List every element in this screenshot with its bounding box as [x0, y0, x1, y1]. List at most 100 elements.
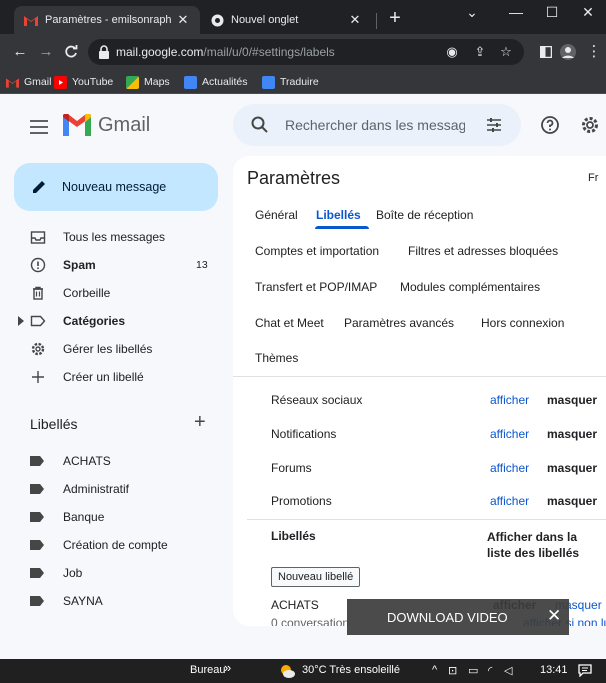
label-icon [30, 512, 44, 522]
label-icon [30, 596, 44, 606]
tab-chat-meet[interactable]: Chat et Meet [255, 316, 324, 330]
main-menu-icon[interactable] [30, 120, 48, 134]
expand-caret-icon[interactable] [18, 316, 24, 326]
clock-time[interactable]: 13:41 [540, 664, 568, 676]
lock-icon [99, 45, 109, 59]
sidebar-item-manage-labels[interactable]: Gérer les libellés [0, 335, 225, 363]
bookmark-maps[interactable]: Maps [126, 74, 170, 90]
download-video-button[interactable]: DOWNLOAD VIDEO [387, 610, 508, 625]
hide-link[interactable]: masquer [547, 427, 597, 441]
tray-volume-icon[interactable]: ◁ [504, 664, 512, 677]
new-label-button[interactable]: Nouveau libellé [271, 567, 361, 587]
desktop-toolbar-label[interactable]: Bureau [190, 664, 225, 676]
label-icon [30, 456, 44, 466]
new-tab-button[interactable]: + [384, 8, 406, 30]
weather-sun-icon[interactable] [278, 663, 296, 679]
sidebar-item-categories[interactable]: Catégories [0, 307, 225, 335]
gmail-logo-icon[interactable] [63, 114, 91, 136]
search-input[interactable]: Rechercher dans les messages [285, 117, 465, 133]
tray-wifi-icon[interactable]: ◜ [488, 664, 492, 677]
tab-title: Paramètres - emilsonraph [45, 14, 172, 26]
sidepanel-icon[interactable] [536, 42, 556, 62]
bookmark-youtube[interactable]: YouTube [54, 74, 113, 90]
forward-arrow-icon[interactable]: → [36, 42, 56, 62]
address-bar[interactable]: mail.google.com/mail/u/0/#settings/label… [88, 39, 524, 65]
tab-general[interactable]: Général [255, 208, 298, 222]
tab-addons[interactable]: Modules complémentaires [400, 280, 540, 294]
download-video-overlay[interactable]: DOWNLOAD VIDEO ✕ [347, 599, 569, 635]
label-outline-icon [30, 315, 46, 327]
help-icon[interactable] [540, 115, 560, 135]
hide-link[interactable]: masquer [547, 494, 597, 508]
maximize-button[interactable]: ☐ [532, 0, 572, 24]
share-icon[interactable]: ⇪ [472, 44, 488, 60]
close-overlay-icon[interactable]: ✕ [547, 607, 561, 625]
search-bar[interactable]: Rechercher dans les messages [233, 104, 521, 146]
sidebar-item-all-mail[interactable]: Tous les messages [0, 223, 225, 251]
weather-text[interactable]: 30°C Très ensoleillé [302, 664, 400, 676]
show-link[interactable]: afficher [490, 461, 529, 475]
label-icon [30, 568, 44, 578]
tray-battery-icon[interactable]: ▭ [468, 664, 478, 677]
sidebar-label-sayna[interactable]: SAYNA [0, 587, 225, 615]
bookmark-gmail[interactable]: Gmail [6, 74, 51, 90]
minimize-button[interactable]: — [496, 0, 536, 24]
add-label-button[interactable]: + [194, 412, 206, 432]
tab-separator [376, 13, 377, 29]
tab-accounts-import[interactable]: Comptes et importation [255, 244, 379, 258]
bookmark-traduire[interactable]: Traduire [262, 74, 319, 90]
gmail-favicon-icon [6, 77, 19, 88]
tab-advanced[interactable]: Paramètres avancés [344, 316, 454, 330]
tab-close-icon[interactable]: ✕ [348, 12, 362, 28]
show-link[interactable]: afficher [490, 427, 529, 441]
tray-network-icon[interactable]: ⊡ [448, 664, 457, 677]
back-arrow-icon[interactable]: ← [10, 42, 30, 62]
tab-close-icon[interactable]: ✕ [176, 12, 190, 28]
profile-avatar-icon[interactable] [558, 42, 578, 62]
show-link[interactable]: afficher [490, 494, 529, 508]
youtube-icon [54, 75, 67, 89]
notification-center-icon[interactable] [578, 664, 592, 677]
pencil-icon [33, 181, 45, 193]
sidebar-item-trash[interactable]: Corbeille [0, 279, 225, 307]
tab-new-tab[interactable]: Nouvel onglet ✕ [200, 6, 372, 34]
search-options-icon[interactable] [485, 116, 503, 134]
tab-gmail-settings[interactable]: Paramètres - emilsonraph ✕ [14, 6, 200, 34]
label-icon [30, 484, 44, 494]
hide-link[interactable]: masquer [547, 393, 597, 407]
compose-button[interactable]: Nouveau message [14, 163, 218, 211]
browser-tabstrip: Paramètres - emilsonraph ✕ Nouvel onglet… [0, 0, 606, 34]
sidebar-label-banque[interactable]: Banque [0, 503, 225, 531]
language-indicator[interactable]: Fr [588, 172, 598, 184]
sidebar-label-job[interactable]: Job [0, 559, 225, 587]
more-menu-icon[interactable]: ⋮ [584, 42, 604, 62]
tab-labels[interactable]: Libellés [316, 208, 361, 222]
tab-themes[interactable]: Thèmes [255, 351, 298, 365]
bookmark-actualites[interactable]: Actualités [184, 74, 248, 90]
show-link[interactable]: afficher [490, 393, 529, 407]
browser-toolbar: ← → mail.google.com/mail/u/0/#settings/l… [0, 34, 606, 70]
tab-inbox[interactable]: Boîte de réception [376, 208, 473, 222]
sidebar-label-administratif[interactable]: Administratif [0, 475, 225, 503]
sidebar-label-achats[interactable]: ACHATS [0, 447, 225, 475]
toolbar-expand-chevron[interactable]: » [224, 660, 231, 675]
sidebar-item-spam[interactable]: Spam 13 [0, 251, 225, 279]
tray-expand-icon[interactable]: ^ [432, 664, 437, 676]
active-tab-indicator [315, 226, 369, 229]
label-row-count: 0 conversation [271, 616, 350, 626]
settings-gear-icon[interactable] [580, 115, 600, 135]
hide-link[interactable]: masquer [547, 461, 597, 475]
search-icon[interactable] [251, 116, 269, 134]
sidebar-label-creation-de-compte[interactable]: Création de compte [0, 531, 225, 559]
tab-offline[interactable]: Hors connexion [481, 316, 564, 330]
reload-icon[interactable] [61, 42, 81, 62]
bookmark-star-icon[interactable]: ☆ [498, 44, 514, 60]
tab-search-icon[interactable]: ⌄ [452, 0, 492, 24]
gmail-wordmark[interactable]: Gmail [98, 114, 150, 137]
tab-forwarding-pop-imap[interactable]: Transfert et POP/IMAP [255, 280, 377, 294]
close-window-button[interactable]: ✕ [568, 0, 606, 24]
all-mail-icon [30, 231, 46, 244]
sidebar-item-create-label[interactable]: Créer un libellé [0, 363, 225, 391]
tab-filters-blocked[interactable]: Filtres et adresses bloquées [408, 244, 558, 258]
eye-icon[interactable]: ◉ [444, 44, 460, 60]
